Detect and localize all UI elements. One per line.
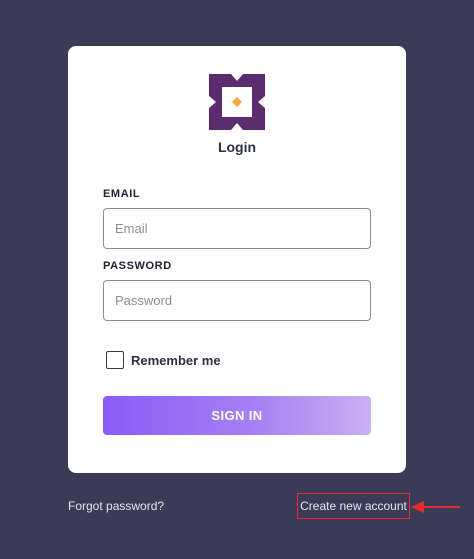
forgot-password-link[interactable]: Forgot password? xyxy=(68,499,164,513)
password-label: PASSWORD xyxy=(103,260,172,272)
brand-logo-icon xyxy=(209,74,265,130)
remember-me-label: Remember me xyxy=(131,352,221,368)
remember-me-checkbox[interactable] xyxy=(106,351,124,369)
login-card: Login EMAIL PASSWORD Remember me SIGN IN xyxy=(68,46,406,473)
email-label: EMAIL xyxy=(103,188,141,200)
sign-in-button[interactable]: SIGN IN xyxy=(103,396,371,435)
remember-me-row[interactable]: Remember me xyxy=(106,351,221,369)
email-input[interactable] xyxy=(103,208,371,249)
password-input[interactable] xyxy=(103,280,371,321)
red-arrow-left-icon xyxy=(411,501,460,513)
create-account-label: Create new account xyxy=(300,499,407,513)
page-title: Login xyxy=(217,139,257,155)
create-account-link[interactable]: Create new account xyxy=(297,493,410,519)
